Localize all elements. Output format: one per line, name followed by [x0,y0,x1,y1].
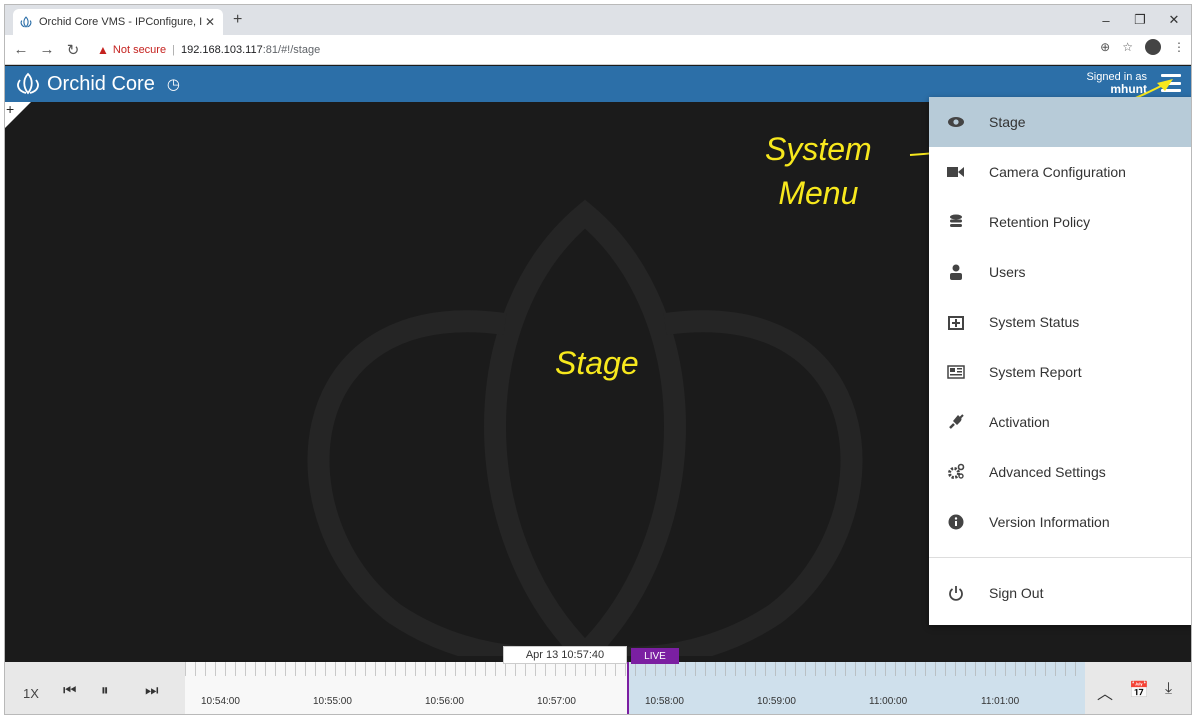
not-secure-label: Not secure [112,44,167,56]
menu-item-label: Activation [989,414,1050,430]
video-camera-icon [947,163,965,181]
tab-title: Orchid Core VMS - IPConfigure, I [39,16,203,28]
reload-icon[interactable]: ↻ [63,41,83,59]
chevron-up-icon[interactable]: ︿ [1097,680,1113,704]
database-icon [947,213,965,231]
live-badge[interactable]: LIVE [631,648,679,664]
speed-button[interactable]: 1X [23,686,39,701]
info-circle-icon [947,513,965,531]
signed-in-info: Signed in as mhunt [1086,71,1147,95]
window-controls: – ❐ ✕ [1089,5,1191,35]
menu-item-label: Advanced Settings [989,464,1106,480]
timeline-label: 11:01:00 [981,696,1020,707]
close-tab-icon[interactable]: ✕ [203,15,217,29]
menu-item-retention-policy[interactable]: Retention Policy [929,197,1191,247]
menu-item-label: Stage [989,114,1026,130]
timeline-now-marker[interactable] [627,662,629,714]
skip-forward-icon[interactable]: ⏭ [145,682,159,699]
system-menu-annotation-line2: Menu [778,175,859,211]
timeline-bar: 1X ⏮ ⏸ ⏭ 10:54:00 10:55:00 10:56:00 10:5… [5,646,1191,714]
timeline-label: 10:54:00 [201,696,240,707]
add-panel-icon[interactable]: + [6,102,14,116]
browser-tab[interactable]: Orchid Core VMS - IPConfigure, I ✕ [13,9,223,35]
bookmark-star-icon[interactable]: ☆ [1122,40,1133,54]
menu-item-label: Version Information [989,514,1110,530]
newspaper-icon [947,363,965,381]
username: mhunt [1110,82,1147,96]
profile-avatar[interactable] [1145,39,1161,55]
forward-arrow-icon[interactable]: → [37,41,57,58]
menu-divider [929,557,1191,558]
current-time-box[interactable]: Apr 13 10:57:40 [503,646,627,664]
menu-item-version-information[interactable]: Version Information [929,497,1191,547]
menu-item-users[interactable]: Users [929,247,1191,297]
url-host: 192.168.103.117 [180,44,263,56]
hamburger-menu-icon[interactable] [1161,74,1181,92]
address-bar: ← → ↻ ▲ Not secure | 192.168.103.117:81/… [5,35,1191,65]
download-icon[interactable]: ⤓ [1165,680,1172,698]
stage-annotation: Stage [555,345,639,381]
maximize-button[interactable]: ❐ [1123,5,1157,35]
menu-item-stage[interactable]: Stage [929,97,1191,147]
medkit-icon [947,313,965,331]
menu-item-sign-out[interactable]: Sign Out [929,568,1191,618]
menu-item-label: System Status [989,314,1080,330]
close-window-button[interactable]: ✕ [1157,5,1191,35]
timeline-label: 10:58:00 [645,696,684,707]
timeline-label: 10:55:00 [313,696,352,707]
new-tab-button[interactable]: + [233,11,242,29]
zoom-icon[interactable]: ⊕ [1100,40,1110,54]
browser-menu-icon[interactable]: ⋮ [1173,40,1185,54]
url-path: :81/#!/stage [262,44,321,56]
plug-icon [947,413,965,431]
system-menu-annotation: System Menu [765,127,872,215]
brand-name: Orchid Core [47,72,155,95]
menu-item-camera-configuration[interactable]: Camera Configuration [929,147,1191,197]
skip-back-icon[interactable]: ⏮ [63,682,77,699]
system-menu: Stage Camera Configuration Retention Pol… [929,97,1191,625]
tab-bar: Orchid Core VMS - IPConfigure, I ✕ + – ❐… [5,5,1191,35]
playback-controls: 1X ⏮ ⏸ ⏭ [5,656,185,714]
menu-item-label: System Report [989,364,1082,380]
timeline-label: 10:57:00 [537,696,576,707]
back-arrow-icon[interactable]: ← [11,41,31,58]
timeline-label: 10:56:00 [425,696,464,707]
timeline-scrubber[interactable]: 10:54:00 10:55:00 10:56:00 10:57:00 10:5… [185,662,1085,714]
menu-item-label: Camera Configuration [989,164,1126,180]
pause-icon[interactable]: ⏸ [101,682,109,699]
gears-icon [947,463,965,481]
orchid-logo-icon [17,72,39,95]
url-field[interactable]: ▲ Not secure | 192.168.103.117:81/#!/sta… [97,39,320,61]
timeline-ticks [185,662,1085,676]
minimize-button[interactable]: – [1089,5,1123,35]
orchid-favicon-icon [20,16,32,28]
eye-icon [947,113,965,131]
address-bar-actions: ⊕ ☆ ⋮ [1100,39,1185,55]
menu-item-advanced-settings[interactable]: Advanced Settings [929,447,1191,497]
browser-window: Orchid Core VMS - IPConfigure, I ✕ + – ❐… [4,4,1192,715]
menu-item-system-status[interactable]: System Status [929,297,1191,347]
power-icon [947,584,965,602]
lotus-watermark-icon [307,199,863,656]
url-separator: | [172,44,175,56]
user-icon [947,263,965,281]
brand[interactable]: Orchid Core ◷ [15,72,180,96]
menu-item-system-report[interactable]: System Report [929,347,1191,397]
menu-item-activation[interactable]: Activation [929,397,1191,447]
timeline-actions: ︿ 📅 ⤓ [1085,662,1191,714]
menu-item-label: Users [989,264,1026,280]
clock-icon[interactable]: ◷ [167,75,180,93]
timeline-label: 11:00:00 [869,696,908,707]
menu-item-label: Sign Out [989,585,1044,601]
timeline-label: 10:59:00 [757,696,796,707]
warning-icon: ▲ [97,43,109,57]
calendar-icon[interactable]: 📅 [1129,680,1149,700]
system-menu-annotation-line1: System [765,131,872,167]
menu-item-label: Retention Policy [989,214,1091,230]
